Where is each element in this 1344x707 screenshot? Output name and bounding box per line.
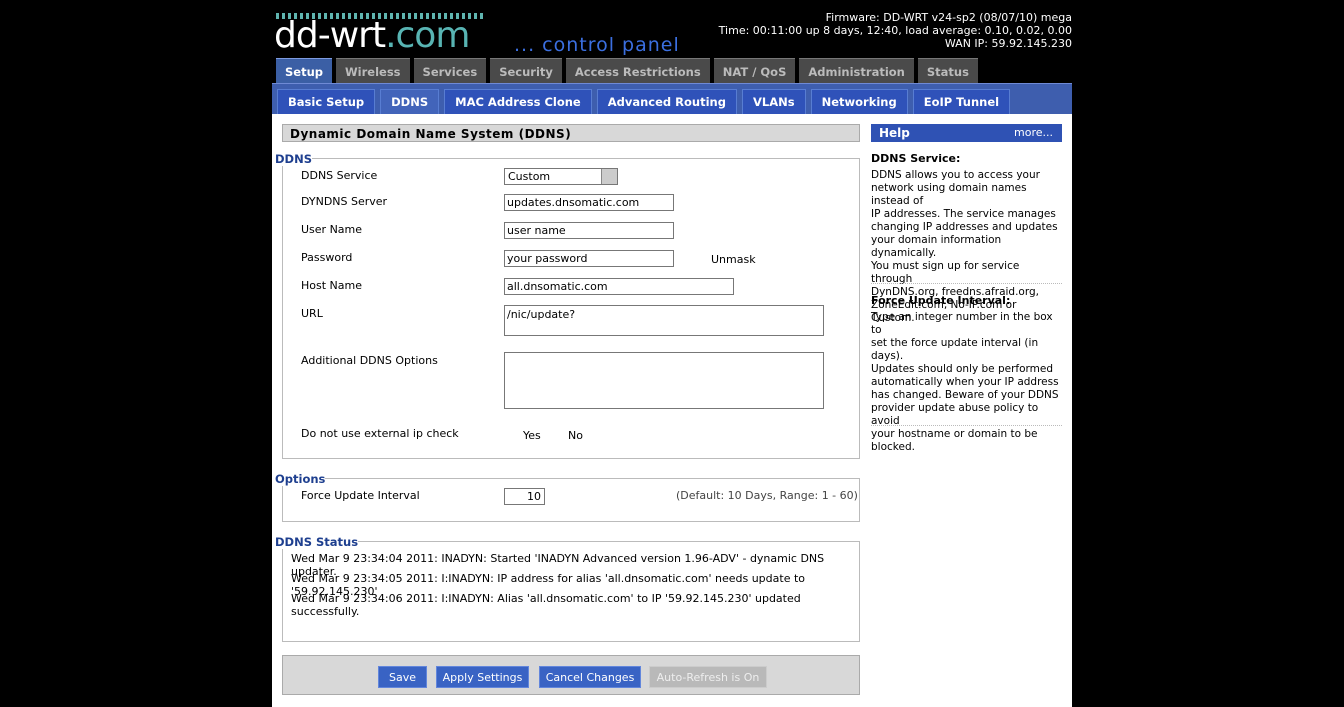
subtab-mac-address-clone[interactable]: MAC Address Clone [444, 89, 592, 115]
ddns-service-value: Custom [508, 170, 551, 183]
additional-options-label: Additional DDNS Options [301, 354, 438, 367]
unmask-checkbox-label[interactable]: Unmask [711, 253, 756, 266]
cancel-changes-button[interactable]: Cancel Changes [539, 666, 641, 688]
username-label: User Name [301, 223, 363, 236]
main-tabs: Setup Wireless Services Security Access … [276, 58, 982, 83]
url-label: URL [301, 307, 323, 320]
password-input[interactable]: your password [504, 250, 674, 267]
external-ip-check-label: Do not use external ip check [301, 427, 459, 440]
firmware-version: Firmware: DD-WRT v24-sp2 (08/07/10) mega [825, 11, 1072, 24]
help-force-heading: Force Update Interval: [871, 294, 1011, 307]
help-line: blocked. [871, 441, 915, 453]
options-fieldset: Force Update Interval 10 (Default: 10 Da… [282, 478, 860, 522]
button-bar: Save Apply Settings Cancel Changes Auto-… [282, 655, 860, 695]
external-ip-yes-radio[interactable]: Yes [523, 429, 541, 442]
help-force-text: Type an integer number in the box to set… [871, 311, 1063, 454]
help-more-link[interactable]: more... [1014, 124, 1053, 142]
tab-wireless[interactable]: Wireless [336, 58, 410, 83]
help-title: Help [879, 126, 910, 140]
help-line: changing IP addresses and updates [871, 221, 1058, 233]
subtab-eoip-tunnel[interactable]: EoIP Tunnel [912, 89, 1011, 115]
tab-administration[interactable]: Administration [799, 58, 914, 83]
hostname-label: Host Name [301, 279, 362, 292]
options-legend: Options [275, 472, 326, 486]
logo-text: dd-wrt.com [274, 15, 470, 56]
ddns-fieldset: DDNS Service Custom DYNDNS Server update… [282, 158, 860, 459]
auto-refresh-button[interactable]: Auto-Refresh is On [649, 666, 767, 688]
subtab-ddns[interactable]: DDNS [380, 89, 440, 115]
subtab-networking[interactable]: Networking [810, 89, 908, 115]
section-title: Dynamic Domain Name System (DDNS) [282, 124, 860, 142]
save-button[interactable]: Save [378, 666, 427, 688]
help-divider [871, 283, 1062, 284]
subtab-vlans[interactable]: VLANs [741, 89, 806, 115]
help-line: Type an integer number in the box to [871, 311, 1053, 336]
force-update-hint: (Default: 10 Days, Range: 1 - 60) [676, 489, 858, 502]
sub-tabs: Basic Setup DDNS MAC Address Clone Advan… [277, 89, 1015, 115]
firmware-info: Firmware: DD-WRT v24-sp2 (08/07/10) mega… [719, 11, 1072, 50]
additional-options-textarea[interactable] [504, 352, 824, 409]
control-panel-title: ... control panel [514, 34, 680, 56]
username-input[interactable]: user name [504, 222, 674, 239]
ddns-status-fieldset: Wed Mar 9 23:34:04 2011: INADYN: Started… [282, 541, 860, 642]
dyndns-server-label: DYNDNS Server [301, 195, 388, 208]
sub-tabs-bar: Basic Setup DDNS MAC Address Clone Advan… [272, 83, 1072, 115]
ddns-status-legend: DDNS Status [275, 535, 359, 549]
logo-main-text: dd-wrt [274, 15, 386, 56]
chevron-down-icon[interactable] [601, 169, 617, 184]
apply-settings-button[interactable]: Apply Settings [436, 666, 529, 688]
tab-security[interactable]: Security [490, 58, 562, 83]
content-area: Dynamic Domain Name System (DDNS) DDNS S… [272, 114, 1072, 707]
help-ddns-heading: DDNS Service: [871, 152, 961, 165]
help-line: your domain information dynamically. [871, 234, 1002, 259]
help-line: network using domain names instead of [871, 182, 1027, 207]
help-line: automatically when your IP address [871, 376, 1059, 388]
ddns-service-select[interactable]: Custom [504, 168, 618, 185]
hostname-input[interactable]: all.dnsomatic.com [504, 278, 734, 295]
password-label: Password [301, 251, 353, 264]
tab-services[interactable]: Services [413, 58, 487, 83]
help-line: IP addresses. The service manages [871, 208, 1056, 220]
subtab-advanced-routing[interactable]: Advanced Routing [596, 89, 737, 115]
logo-suffix-text: .com [385, 15, 470, 56]
help-line: your hostname or domain to be [871, 428, 1038, 440]
uptime: Time: 00:11:00 up 8 days, 12:40, load av… [718, 24, 1072, 37]
force-update-label: Force Update Interval [301, 489, 420, 502]
ddns-service-label: DDNS Service [301, 169, 378, 182]
help-header: Help more... [871, 124, 1062, 142]
tab-status[interactable]: Status [917, 58, 978, 83]
subtab-basic-setup[interactable]: Basic Setup [277, 89, 376, 115]
logo: dd-wrt.com ... control panel [274, 10, 714, 58]
status-line: Wed Mar 9 23:34:06 2011: I:INADYN: Alias… [291, 592, 801, 618]
help-divider [871, 425, 1062, 426]
help-line: Updates should only be performed [871, 363, 1054, 375]
tab-setup[interactable]: Setup [276, 58, 332, 83]
ddns-legend: DDNS [275, 152, 312, 166]
dyndns-server-input[interactable]: updates.dnsomatic.com [504, 194, 674, 211]
url-textarea[interactable]: /nic/update? [504, 305, 824, 336]
tab-access-restrictions[interactable]: Access Restrictions [565, 58, 710, 83]
help-line: has changed. Beware of your DDNS [871, 389, 1059, 401]
wan-ip: WAN IP: 59.92.145.230 [944, 37, 1072, 50]
tab-nat-qos[interactable]: NAT / QoS [713, 58, 796, 83]
help-line: set the force update interval (in days). [871, 337, 1039, 362]
page-container: dd-wrt.com ... control panel Firmware: D… [272, 0, 1072, 707]
external-ip-no-radio[interactable]: No [568, 429, 583, 442]
help-line: DDNS allows you to access your [871, 169, 1040, 181]
force-update-input[interactable]: 10 [504, 488, 545, 505]
